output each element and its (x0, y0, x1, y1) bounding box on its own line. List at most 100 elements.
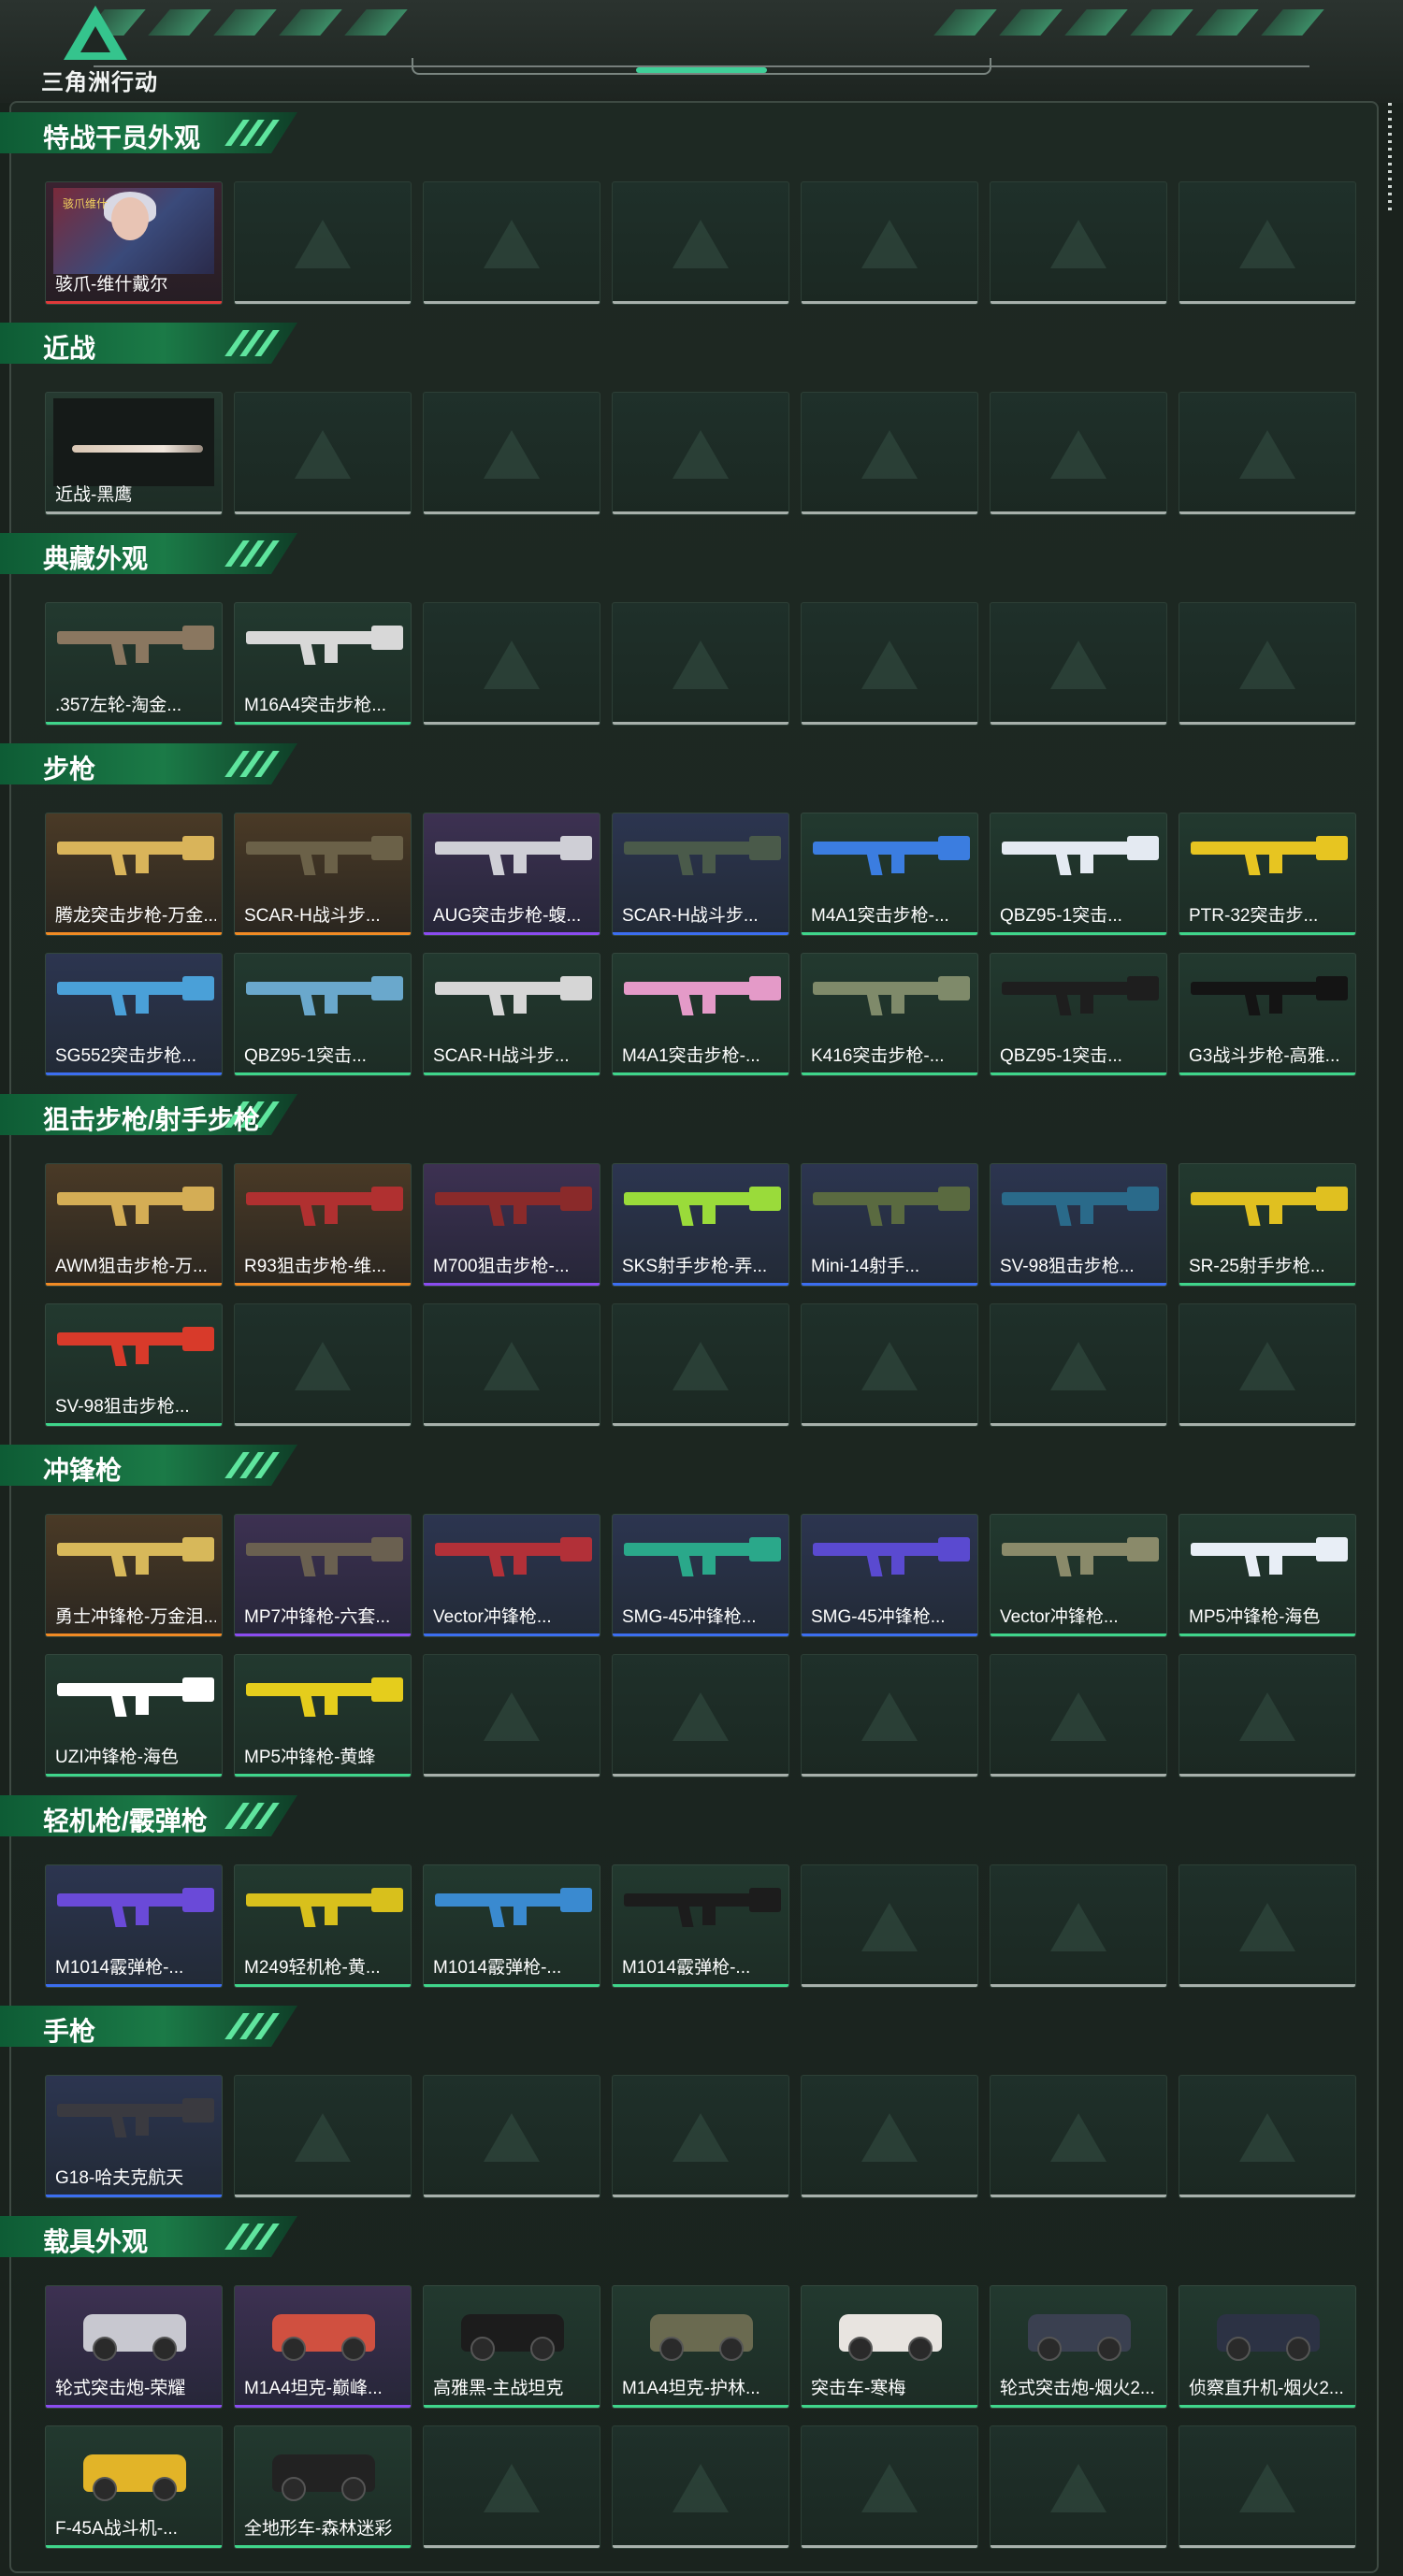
weapon-icon (624, 1187, 781, 1226)
vehicle-icon (272, 2454, 375, 2501)
item-card[interactable]: M4A1突击步枪-... (612, 953, 789, 1076)
item-card[interactable]: 侦察直升机-烟火2... (1179, 2285, 1356, 2409)
item-card[interactable]: G18-哈夫克航天 (45, 2075, 223, 2198)
rarity-bar (991, 722, 1166, 725)
weapon-grip (677, 853, 694, 875)
weapon-stock (560, 836, 592, 860)
item-card[interactable]: F-45A战斗机-... (45, 2425, 223, 2549)
item-card[interactable]: SV-98狙击步枪... (45, 1303, 223, 1427)
item-label: AWM狙击步枪-万... (55, 1257, 208, 1276)
rarity-bar (991, 1984, 1166, 1987)
item-card[interactable]: 腾龙突击步枪-万金... (45, 813, 223, 936)
rarity-bar (613, 932, 788, 935)
rarity-bar (46, 1283, 222, 1286)
item-card[interactable]: 高雅黑-主战坦克 (423, 2285, 600, 2409)
item-card[interactable]: QBZ95-1突击... (234, 953, 412, 1076)
item-card[interactable]: M16A4突击步枪... (234, 602, 412, 726)
rarity-bar (235, 1423, 411, 1426)
header-stripe (1261, 9, 1324, 36)
item-card[interactable]: M1014霰弹枪-... (423, 1864, 600, 1988)
item-label: M1A4坦克-巅峰... (244, 2379, 383, 2398)
rarity-bar (991, 1423, 1166, 1426)
item-card[interactable]: M4A1突击步枪-... (801, 813, 978, 936)
item-card[interactable]: Mini-14射手... (801, 1163, 978, 1287)
wheel-icon (659, 2337, 684, 2361)
item-card[interactable]: Vector冲锋枪... (990, 1514, 1167, 1637)
item-card[interactable]: PTR-32突击步... (1179, 813, 1356, 936)
item-card[interactable]: SR-25射手步枪... (1179, 1163, 1356, 1287)
item-card[interactable]: 全地形车-森林迷彩 (234, 2425, 412, 2549)
weapon-icon (246, 976, 403, 1015)
empty-slot (423, 1654, 600, 1777)
item-card[interactable]: M1014霰弹枪-... (45, 1864, 223, 1988)
item-card[interactable]: 轮式突击炮-荣耀 (45, 2285, 223, 2409)
item-card[interactable]: 近战-黑鹰 (45, 392, 223, 515)
item-label: SG552突击步枪... (55, 1046, 196, 1066)
rarity-bar (424, 932, 600, 935)
rarity-bar (424, 1984, 600, 1987)
item-card[interactable]: M249轻机枪-黄... (234, 1864, 412, 1988)
section-title: 冲锋枪 (43, 1456, 123, 1485)
empty-slot (801, 392, 978, 515)
weapon-grip (299, 1203, 316, 1226)
weapon-stock (182, 1327, 214, 1351)
item-card[interactable]: SMG-45冲锋枪... (801, 1514, 978, 1637)
item-card[interactable]: UZI冲锋枪-海色 (45, 1654, 223, 1777)
weapon-grip (866, 993, 883, 1015)
item-card[interactable]: AUG突击步枪-蝮... (423, 813, 600, 936)
item-card[interactable]: M1A4坦克-巅峰... (234, 2285, 412, 2409)
section-header: 冲锋枪 (0, 1445, 297, 1486)
item-card[interactable]: SG552突击步枪... (45, 953, 223, 1076)
rarity-bar (613, 2545, 788, 2548)
weapon-mag (1269, 853, 1282, 873)
item-card[interactable]: K416突击步枪-... (801, 953, 978, 1076)
item-card[interactable]: SKS射手步枪-弄... (612, 1163, 789, 1287)
empty-slot (801, 602, 978, 726)
item-card[interactable]: AWM狙击步枪-万... (45, 1163, 223, 1287)
weapon-mag (136, 853, 149, 873)
weapon-stock (1127, 1187, 1159, 1211)
item-label: SCAR-H战斗步... (622, 906, 759, 926)
weapon-grip (866, 1203, 883, 1226)
item-card[interactable]: 勇士冲锋枪-万金泪... (45, 1514, 223, 1637)
item-card[interactable]: M700狙击步枪-... (423, 1163, 600, 1287)
item-card[interactable]: M1A4坦克-护林... (612, 2285, 789, 2409)
weapon-icon (57, 1537, 214, 1576)
item-card[interactable]: G3战斗步枪-高雅... (1179, 953, 1356, 1076)
item-card[interactable]: SMG-45冲锋枪... (612, 1514, 789, 1637)
item-card[interactable]: SCAR-H战斗步... (612, 813, 789, 936)
item-card[interactable]: QBZ95-1突击... (990, 953, 1167, 1076)
item-label: K416突击步枪-... (811, 1046, 945, 1066)
item-card[interactable]: MP5冲锋枪-黄蜂 (234, 1654, 412, 1777)
rarity-bar (1179, 1774, 1355, 1777)
rarity-bar (235, 2195, 411, 2197)
rarity-bar (991, 1283, 1166, 1286)
empty-slot (1179, 2425, 1356, 2549)
item-card[interactable]: SCAR-H战斗步... (234, 813, 412, 936)
item-card[interactable]: SCAR-H战斗步... (423, 953, 600, 1076)
item-card[interactable]: MP7冲锋枪-六套... (234, 1514, 412, 1637)
scrollbar[interactable] (1388, 103, 1392, 215)
weapon-icon (57, 2098, 214, 2137)
rarity-bar (802, 2195, 977, 2197)
item-card[interactable]: 轮式突击炮-烟火2... (990, 2285, 1167, 2409)
item-card[interactable]: .357左轮-淘金... (45, 602, 223, 726)
item-label: QBZ95-1突击... (1000, 906, 1122, 926)
item-card[interactable]: R93狙击步枪-维... (234, 1163, 412, 1287)
weapon-stock (560, 1537, 592, 1561)
weapon-mag (136, 993, 149, 1014)
empty-slot (612, 2425, 789, 2549)
weapon-icon (1191, 1537, 1348, 1576)
item-card[interactable]: MP5冲锋枪-海色 (1179, 1514, 1356, 1637)
item-card[interactable]: QBZ95-1突击... (990, 813, 1167, 936)
item-card[interactable]: 突击车-寒梅 (801, 2285, 978, 2409)
vehicle-icon (83, 2454, 186, 2501)
wheel-icon (93, 2337, 117, 2361)
item-card[interactable]: Vector冲锋枪... (423, 1514, 600, 1637)
empty-slot (234, 1303, 412, 1427)
item-card[interactable]: M1014霰弹枪-... (612, 1864, 789, 1988)
item-card[interactable]: 骇爪维什 骇爪-维什戴尔 (45, 181, 223, 305)
item-card[interactable]: SV-98狙击步枪... (990, 1163, 1167, 1287)
rarity-bar (424, 1423, 600, 1426)
weapon-stock (938, 1537, 970, 1561)
